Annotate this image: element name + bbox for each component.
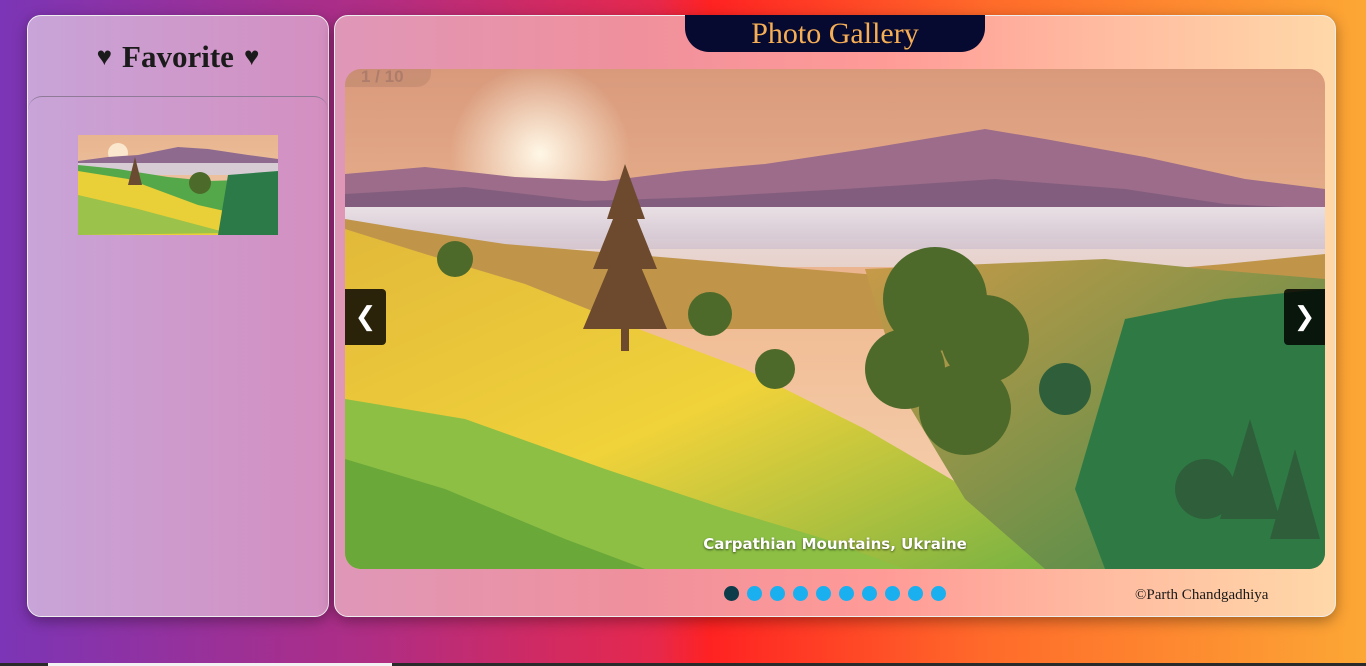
author-credit: ©Parth Chandgadhiya [1135,587,1269,603]
landscape-photo [345,69,1325,569]
slide-dot-10[interactable] [931,586,946,601]
slide-dot-2[interactable] [747,586,762,601]
favorites-title-label: Favorite [122,38,234,74]
next-slide-button[interactable]: ❯ [1284,289,1325,345]
slide-counter: 1 / 10 [345,69,431,87]
slide-dot-6[interactable] [839,586,854,601]
slide-dot-5[interactable] [816,586,831,601]
slide-dot-3[interactable] [770,586,785,601]
favorites-list [28,96,328,616]
previous-slide-button[interactable]: ❮ [345,289,386,345]
slide-dot-4[interactable] [793,586,808,601]
heart-icon: ♥ [96,41,113,71]
slide-dot-9[interactable] [908,586,923,601]
chevron-left-icon: ❮ [354,302,377,332]
favorites-title: ♥ Favorite ♥ [28,16,328,97]
gallery-title: Photo Gallery [685,15,985,52]
photo-gallery: Photo Gallery 1 / 10 Carpathian Mountain… [334,15,1336,617]
slide-dots [724,586,954,606]
favorite-thumbnail-image [78,135,278,235]
slide-image: 1 / 10 Carpathian Mountains, Ukraine ❮ ❯ [345,69,1325,569]
slide-dot-7[interactable] [862,586,877,601]
favorite-thumbnail[interactable] [78,135,278,235]
chevron-right-icon: ❯ [1293,302,1316,332]
slide-caption: Carpathian Mountains, Ukraine [703,535,967,553]
heart-icon: ♥ [243,41,260,71]
slide-dot-1[interactable] [724,586,739,601]
favorites-sidebar: ♥ Favorite ♥ [27,15,329,617]
slide-dot-8[interactable] [885,586,900,601]
